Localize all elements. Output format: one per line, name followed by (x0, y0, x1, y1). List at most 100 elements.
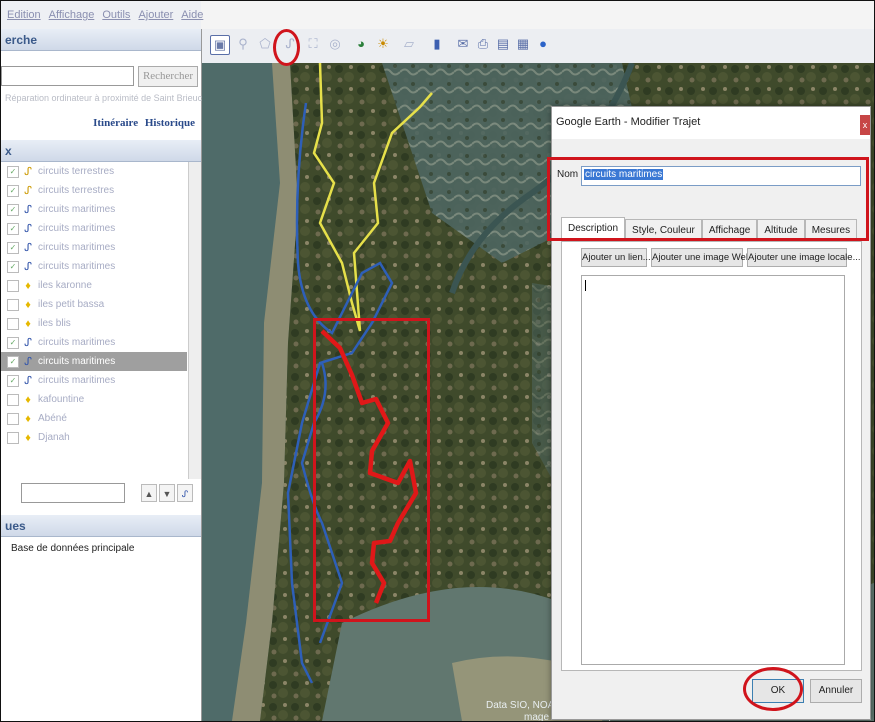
tab-style-couleur[interactable]: Style, Couleur (625, 219, 702, 242)
places-list-item[interactable]: ♦ Abéné (1, 409, 187, 428)
earth-icon[interactable]: ● (534, 35, 552, 53)
places-list-item[interactable]: ✓ ᔑ circuits maritimes (1, 257, 187, 276)
places-list-item[interactable]: ✓ ᔑ circuits maritimes (1, 371, 187, 390)
itinerary-link[interactable]: Itinéraire (93, 117, 138, 129)
pushpin-icon: ♦ (25, 393, 31, 406)
checkbox[interactable] (7, 393, 19, 406)
dialog-titlebar[interactable]: Google Earth - Modifier Trajet x (552, 107, 870, 139)
places-item-label: circuits maritimes (38, 337, 116, 348)
path-icon[interactable]: ᔑ (177, 484, 193, 502)
name-field[interactable]: circuits maritimes (581, 166, 861, 186)
tab-altitude[interactable]: Altitude (757, 219, 805, 242)
add-web-image-button[interactable]: Ajouter une image Web... (651, 248, 759, 267)
map-attribution: Data SIO, NOA (486, 700, 555, 711)
search-input[interactable] (1, 66, 134, 86)
sea-path-icon: ᔑ (24, 241, 32, 254)
places-item-label: iles blis (38, 318, 71, 329)
email-icon[interactable]: ✉ (454, 35, 472, 53)
checkbox[interactable] (7, 412, 19, 425)
places-list-item[interactable]: ✓ ᔑ circuits maritimes (1, 352, 187, 371)
menu-aide[interactable]: Aide (181, 9, 203, 21)
add-local-image-button[interactable]: Ajouter une image locale... (747, 248, 860, 267)
checkbox[interactable] (7, 279, 19, 292)
menu-affichage[interactable]: Affichage (49, 9, 95, 21)
places-list-item[interactable]: ✓ ᔑ circuits terrestres (1, 162, 187, 181)
layer-database-label[interactable]: Base de données principale (11, 543, 134, 554)
places-list-item[interactable]: ♦ Djanah (1, 428, 187, 447)
places-item-label: circuits maritimes (38, 223, 116, 234)
sea-path-icon: ᔑ (24, 260, 32, 273)
sun-icon[interactable]: ☀ (374, 35, 392, 53)
checkbox[interactable]: ✓ (7, 374, 19, 387)
ok-button[interactable]: OK (752, 679, 804, 703)
places-list-item[interactable]: ✓ ᔑ circuits maritimes (1, 238, 187, 257)
cancel-button[interactable]: Annuler (810, 679, 862, 703)
checkbox[interactable] (7, 298, 19, 311)
historical-imagery-icon[interactable]: ◕ (352, 35, 370, 53)
menubar: Edition Affichage Outils Ajouter Aide (1, 1, 203, 29)
search-section-header[interactable]: erche (1, 29, 201, 51)
places-item-label: circuits maritimes (38, 242, 116, 253)
main-toolbar: ▣ ⚲ ⬠ ᔑ ⛶ ◎ ◕ ☀ ▱ ▮ ✉ ⎙ ▤ ▦ ● (202, 29, 874, 64)
pushpin-icon: ♦ (25, 431, 31, 444)
ruler-icon[interactable]: ▮ (428, 35, 446, 53)
places-list-item[interactable]: ✓ ᔑ circuits maritimes (1, 200, 187, 219)
places-list-item[interactable]: ✓ ᔑ circuits maritimes (1, 333, 187, 352)
checkbox[interactable]: ✓ (7, 165, 19, 178)
name-label: Nom : (557, 169, 584, 180)
places-item-label: circuits maritimes (38, 375, 116, 386)
checkbox[interactable] (7, 431, 19, 444)
move-down-button[interactable]: ▼ (159, 484, 175, 502)
places-list[interactable]: ✓ ᔑ circuits terrestres ✓ ᔑ circuits terrestr… (1, 162, 187, 479)
record-tour-icon[interactable]: ◎ (326, 35, 344, 53)
sea-path-icon: ᔑ (24, 203, 32, 216)
places-scrollbar[interactable] (188, 162, 201, 479)
path-tool-icon[interactable]: ᔑ (281, 35, 299, 53)
close-icon[interactable]: x (860, 115, 870, 135)
polygon-icon[interactable]: ⬠ (256, 35, 274, 53)
menu-edition[interactable]: Edition (7, 9, 41, 21)
save-image-icon[interactable]: ▤ (494, 35, 512, 53)
places-section-header[interactable]: x (1, 140, 201, 162)
checkbox[interactable]: ✓ (7, 241, 19, 254)
sidebar-toggle-icon[interactable]: ▣ (210, 35, 230, 55)
text-caret (585, 280, 586, 291)
places-list-item[interactable]: ♦ iles petit bassa (1, 295, 187, 314)
checkbox[interactable]: ✓ (7, 336, 19, 349)
tab-affichage[interactable]: Affichage (701, 219, 758, 242)
route-links: Itinéraire Historique (89, 117, 195, 129)
places-list-item[interactable]: ♦ iles karonne (1, 276, 187, 295)
places-item-label: circuits terrestres (38, 185, 115, 196)
add-link-button[interactable]: Ajouter un lien... (581, 248, 651, 267)
checkbox[interactable]: ✓ (7, 203, 19, 216)
places-list-item[interactable]: ✓ ᔑ circuits maritimes (1, 219, 187, 238)
move-up-button[interactable]: ▲ (141, 484, 157, 502)
layers-section-header[interactable]: ues (1, 515, 201, 537)
checkbox[interactable]: ✓ (7, 184, 19, 197)
places-list-item[interactable]: ♦ kafountine (1, 390, 187, 409)
planets-icon[interactable]: ▱ (400, 35, 418, 53)
view-in-maps-icon[interactable]: ▦ (514, 35, 532, 53)
tab-description[interactable]: Description (561, 217, 626, 242)
pushpin-icon: ♦ (25, 412, 31, 425)
history-link[interactable]: Historique (145, 117, 195, 129)
checkbox[interactable]: ✓ (7, 260, 19, 273)
checkbox[interactable] (7, 317, 19, 330)
description-textarea[interactable] (581, 275, 845, 665)
places-item-label: circuits maritimes (38, 204, 116, 215)
search-button[interactable]: Rechercher (138, 66, 198, 87)
places-item-label: iles petit bassa (38, 299, 105, 310)
places-list-item[interactable]: ✓ ᔑ circuits terrestres (1, 181, 187, 200)
overlay-icon[interactable]: ⛶ (304, 35, 322, 53)
tab-mesures[interactable]: Mesures (804, 219, 858, 242)
print-icon[interactable]: ⎙ (474, 35, 492, 53)
land-path-icon: ᔑ (24, 184, 32, 197)
placemark-icon[interactable]: ⚲ (234, 35, 252, 53)
menu-outils[interactable]: Outils (102, 9, 130, 21)
menu-ajouter[interactable]: Ajouter (138, 9, 173, 21)
land-path-icon: ᔑ (24, 165, 32, 178)
places-list-item[interactable]: ♦ iles blis (1, 314, 187, 333)
places-filter-input[interactable] (21, 483, 125, 503)
checkbox[interactable]: ✓ (7, 355, 19, 368)
checkbox[interactable]: ✓ (7, 222, 19, 235)
